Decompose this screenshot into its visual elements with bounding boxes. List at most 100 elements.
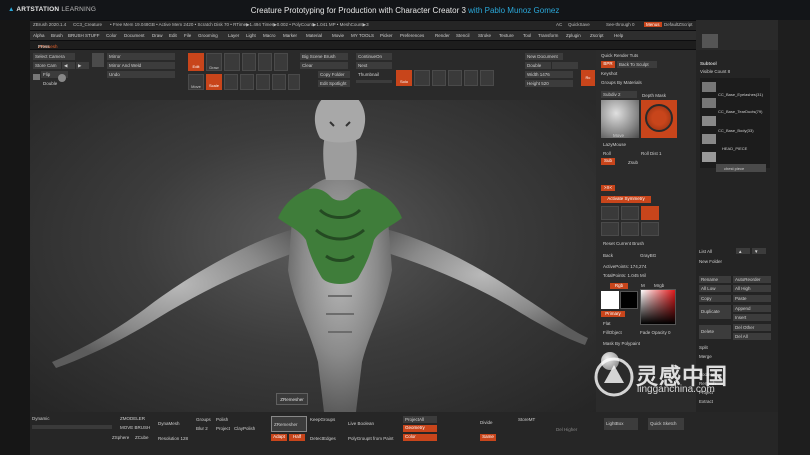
ac-button[interactable]: AC <box>556 22 562 27</box>
sphere-tool-icon[interactable] <box>92 53 104 67</box>
actual-icon[interactable] <box>256 74 270 90</box>
transp-icon[interactable] <box>288 74 300 90</box>
menu-item-transform[interactable]: Transform <box>538 33 558 38</box>
live-boolean-button[interactable]: Live Boolean <box>348 421 374 426</box>
store-mt-button[interactable]: StoreMT <box>518 417 535 422</box>
subtool-item-selected[interactable]: chest piece <box>716 164 766 172</box>
reset-current-brush-label[interactable]: Reset Current Brush <box>603 241 644 246</box>
lock-icon[interactable] <box>33 74 40 80</box>
menu-item-macro[interactable]: Macro <box>263 33 276 38</box>
roll-dist-label[interactable]: Roll Dist 1 <box>641 151 662 156</box>
rgb-button[interactable]: Rgb <box>610 283 628 289</box>
new-folder-button[interactable]: New Folder <box>699 259 722 264</box>
prev-camera-arrow-icon[interactable]: ◀ <box>62 62 75 69</box>
mirror-weld-button[interactable]: Mirror And Weld <box>107 62 175 69</box>
mirror-button[interactable]: Mirror <box>107 53 175 60</box>
all-low-button[interactable]: All Low <box>699 285 731 292</box>
zoom-icon[interactable] <box>240 74 254 90</box>
menu-item-picker[interactable]: Picker <box>380 33 393 38</box>
primary-button[interactable]: Primary <box>601 311 625 317</box>
del-higher-button[interactable]: Del Higher <box>556 427 577 432</box>
polish-button[interactable]: Polish <box>216 417 228 422</box>
color-toggle[interactable]: Color <box>403 434 437 441</box>
menu-item-layer[interactable]: Layer <box>228 33 239 38</box>
viewport-canvas[interactable] <box>30 100 596 412</box>
subdiv-slider[interactable]: Subdiv 2 <box>601 91 637 98</box>
move-mode-button[interactable]: Move <box>188 74 204 90</box>
menu-item-document[interactable]: Document <box>124 33 145 38</box>
menus-button[interactable]: Menus <box>644 22 662 27</box>
fill-object-label[interactable]: FillObject <box>603 330 622 335</box>
activate-symmetry-button[interactable]: Activate Symmetry <box>601 196 651 203</box>
del-other-button[interactable]: Del Other <box>733 324 771 331</box>
flat-label[interactable]: Flat <box>603 321 611 326</box>
resize-button[interactable] <box>552 62 578 69</box>
menu-item-help[interactable]: Help <box>614 33 623 38</box>
draw-button[interactable]: Draw <box>206 53 222 71</box>
bpr-button[interactable]: BPR <box>601 61 615 68</box>
depth-mask-swatch[interactable] <box>641 100 677 138</box>
m-button[interactable]: M <box>641 283 645 288</box>
brush-thumb-icon[interactable] <box>224 53 240 71</box>
rename-button[interactable]: Rename <box>699 276 731 283</box>
auto-reorder-button[interactable]: AutoReorder <box>733 276 771 283</box>
menu-item-draw[interactable]: Draw <box>152 33 163 38</box>
primary-color-swatch[interactable] <box>601 291 619 309</box>
menu-item-movie[interactable]: Movie <box>332 33 344 38</box>
store-cam-button[interactable]: Store Cam <box>33 62 61 69</box>
groups-by-materials-label[interactable]: Groups By Materials <box>601 80 642 85</box>
new-document-button[interactable]: New Document <box>525 53 563 60</box>
local-icon[interactable] <box>464 70 478 86</box>
big-scene-brush-button[interactable]: Big Scene Brush <box>300 53 348 60</box>
zcube-button[interactable]: ZCube <box>135 435 149 440</box>
zsphere-button[interactable]: ZSphere <box>112 435 129 440</box>
sym-x-button[interactable]: >X< <box>601 185 615 191</box>
detect-edges-button[interactable]: DetectEdges <box>310 436 336 441</box>
scale-mode-button[interactable]: Scale <box>206 74 222 90</box>
height-slider[interactable]: Height 520 <box>525 80 573 87</box>
menu-item-marker[interactable]: Marker <box>283 33 297 38</box>
secondary-color-swatch[interactable] <box>620 291 638 309</box>
project-toggle[interactable]: Project <box>216 426 230 431</box>
menu-item-color[interactable]: Color <box>106 33 117 38</box>
texture-thumb-icon[interactable] <box>274 53 288 71</box>
all-high-button[interactable]: All High <box>733 285 771 292</box>
roll-label[interactable]: Roll <box>603 151 611 156</box>
copy-button[interactable]: Copy <box>699 295 731 302</box>
menu-item-preferences[interactable]: Preferences <box>400 33 424 38</box>
lazymouse-label[interactable]: LazyMouse <box>603 142 626 147</box>
quicksave-button[interactable]: QuickSave <box>568 22 590 27</box>
alpha-thumb-icon[interactable] <box>258 53 272 71</box>
dynamic-label[interactable]: Dynamic <box>32 416 50 421</box>
menu-item-tool[interactable]: Tool <box>523 33 531 38</box>
history-tool-icon[interactable] <box>621 222 639 236</box>
groups-button[interactable]: Groups <box>196 417 211 422</box>
zremesher-button[interactable]: ZRemesher <box>271 416 307 432</box>
divide-button[interactable]: Divide <box>480 420 493 425</box>
split-button[interactable]: Split <box>699 345 708 350</box>
adapt-button[interactable]: Adapt <box>271 434 287 441</box>
quick-sketch-button[interactable]: Quick Sketch <box>648 418 684 430</box>
half-button[interactable]: Half <box>289 434 305 441</box>
select-camera-button[interactable]: Select Camera <box>33 53 75 60</box>
thumbnail-slider[interactable] <box>356 80 392 83</box>
subtool-header[interactable]: Subtool <box>700 61 717 66</box>
gray-bg-label[interactable]: GrayBG <box>640 253 656 258</box>
move-brush-button[interactable]: MOVE BRUSH <box>120 425 150 430</box>
rec-button[interactable]: Rc <box>581 70 595 86</box>
del-all-button[interactable]: Del All <box>733 333 771 340</box>
standard-brush-icon[interactable] <box>641 206 659 220</box>
continue-on-button[interactable]: ContinueOn <box>356 53 392 60</box>
mask-by-polypaint-label[interactable]: Mask By Polypaint <box>603 341 640 346</box>
menu-item-brush-stuff[interactable]: BRUSH STUFF <box>68 33 100 38</box>
double-doc-button[interactable]: Double <box>525 62 551 69</box>
duplicate-button[interactable]: Duplicate <box>699 305 731 319</box>
zmodeler-button[interactable]: ZMODELER <box>120 416 145 421</box>
zremesher-tool-icon[interactable] <box>601 222 619 236</box>
resolution-slider[interactable]: Resolution 128 <box>158 436 188 441</box>
visible-count-label[interactable]: Visible Count 8 <box>700 69 730 74</box>
menu-item-my-tools[interactable]: MY TOOLS <box>351 33 374 38</box>
menu-item-texture[interactable]: Texture <box>499 33 514 38</box>
copy-folder-button[interactable]: Copy Folder <box>318 71 350 78</box>
menu-item-light[interactable]: Light <box>246 33 256 38</box>
